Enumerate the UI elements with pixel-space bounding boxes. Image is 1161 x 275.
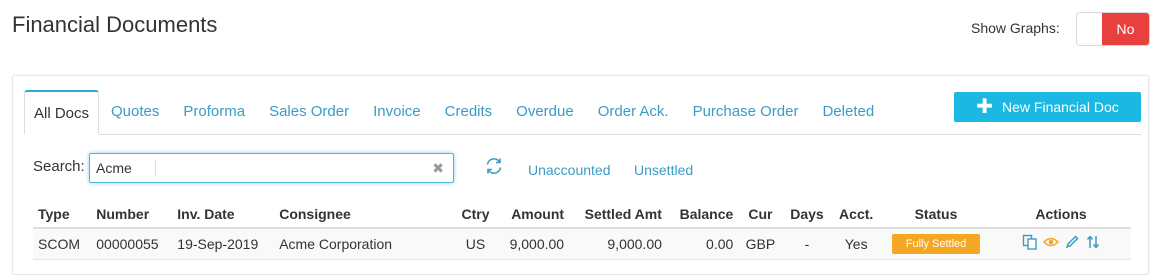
tab-overdue[interactable]: Overdue <box>504 89 586 134</box>
cell-acct: Yes <box>831 228 881 260</box>
new-financial-doc-button[interactable]: ✚ New Financial Doc <box>954 92 1141 122</box>
search-label: Search: <box>33 158 85 175</box>
col-actions: Actions <box>991 200 1131 229</box>
show-graphs-label: Show Graphs: <box>971 20 1060 36</box>
toggle-off-handle[interactable] <box>1077 13 1102 45</box>
cell-consignee: Acme Corporation <box>274 228 455 260</box>
clear-icon[interactable]: ✖ <box>432 160 444 177</box>
col-status[interactable]: Status <box>881 200 991 229</box>
unaccounted-filter-link[interactable]: Unaccounted <box>528 162 611 178</box>
cell-number: 00000055 <box>91 228 173 260</box>
documents-panel: All Docs Quotes Proforma Sales Order Inv… <box>12 75 1149 275</box>
toggle-no-label[interactable]: No <box>1102 13 1149 45</box>
cell-amount: 9,000.00 <box>496 228 570 260</box>
tab-all-docs[interactable]: All Docs <box>24 90 100 135</box>
eye-icon[interactable] <box>1042 234 1059 250</box>
search-input[interactable] <box>96 160 156 176</box>
col-settled-amt[interactable]: Settled Amt <box>569 200 667 229</box>
col-balance[interactable]: Balance <box>666 200 739 229</box>
tab-proforma[interactable]: Proforma <box>171 89 257 134</box>
copy-icon[interactable] <box>1022 234 1038 250</box>
page-title: Financial Documents <box>12 12 218 37</box>
col-consignee[interactable]: Consignee <box>274 200 455 229</box>
tab-invoice[interactable]: Invoice <box>361 89 433 134</box>
status-badge: Fully Settled <box>891 233 981 254</box>
cell-inv-date: 19-Sep-2019 <box>172 228 275 260</box>
cell-ctry: US <box>454 228 497 260</box>
plus-icon: ✚ <box>976 96 994 118</box>
col-ctry[interactable]: Ctry <box>454 200 497 229</box>
col-acct[interactable]: Acct. <box>831 200 881 229</box>
col-inv-date[interactable]: Inv. Date <box>172 200 275 229</box>
cell-cur: GBP <box>738 228 783 260</box>
unsettled-filter-link[interactable]: Unsettled <box>634 162 693 178</box>
col-type[interactable]: Type <box>33 200 92 229</box>
pencil-icon[interactable] <box>1064 234 1080 250</box>
col-days[interactable]: Days <box>782 200 832 229</box>
show-graphs-toggle[interactable]: No <box>1076 12 1150 46</box>
documents-table: Type Number Inv. Date Consignee Ctry Amo… <box>33 200 1131 260</box>
tab-deleted[interactable]: Deleted <box>810 89 886 134</box>
tab-purchase-order[interactable]: Purchase Order <box>681 89 811 134</box>
cell-days: - <box>782 228 832 260</box>
tab-order-ack[interactable]: Order Ack. <box>586 89 681 134</box>
new-financial-doc-label: New Financial Doc <box>1002 99 1119 115</box>
cell-actions <box>991 228 1131 260</box>
tab-quotes[interactable]: Quotes <box>99 89 171 134</box>
cell-settled-amt: 9,000.00 <box>569 228 667 260</box>
col-cur[interactable]: Cur <box>738 200 783 229</box>
col-number[interactable]: Number <box>91 200 173 229</box>
table-header-row: Type Number Inv. Date Consignee Ctry Amo… <box>33 200 1131 229</box>
refresh-icon[interactable] <box>484 156 504 176</box>
cell-balance: 0.00 <box>666 228 739 260</box>
row-actions <box>1022 234 1101 250</box>
cell-type: SCOM <box>33 228 92 260</box>
tab-credits[interactable]: Credits <box>433 89 505 134</box>
cell-status: Fully Settled <box>881 228 991 260</box>
search-box: ✖ <box>89 153 454 183</box>
swap-icon[interactable] <box>1085 234 1101 250</box>
tab-sales-order[interactable]: Sales Order <box>257 89 361 134</box>
col-amount[interactable]: Amount <box>496 200 570 229</box>
table-row[interactable]: SCOM 00000055 19-Sep-2019 Acme Corporati… <box>33 228 1131 260</box>
